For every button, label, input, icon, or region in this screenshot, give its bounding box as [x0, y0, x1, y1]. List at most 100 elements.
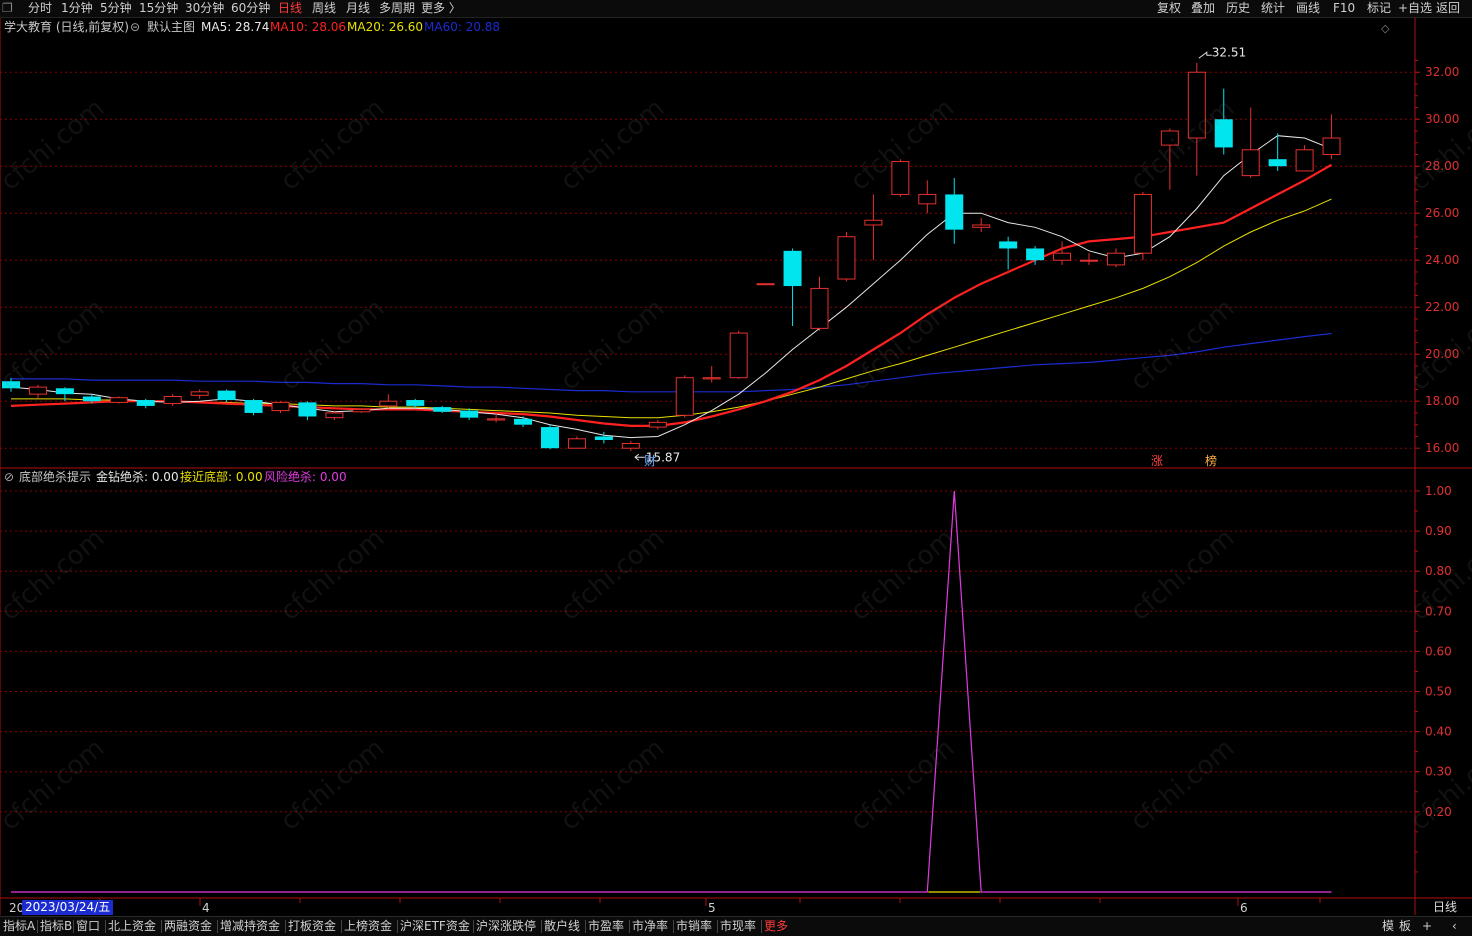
bottom-tab-14[interactable]: 市现率 — [720, 918, 756, 935]
period-6[interactable]: 日线 — [278, 0, 302, 17]
candle — [217, 389, 236, 403]
candle — [1295, 145, 1314, 172]
bottom-tab-11[interactable]: 市盈率 — [588, 918, 624, 935]
candle-body — [945, 194, 964, 230]
toolbar-right-8[interactable]: 返回 — [1436, 0, 1460, 17]
tab-separator — [285, 920, 286, 933]
candle-body — [972, 224, 991, 228]
template-name[interactable]: 默认主图 — [147, 18, 195, 36]
bottom-tab-4[interactable]: 两融资金 — [164, 918, 212, 935]
bottom-tab-3[interactable]: 北上资金 — [108, 918, 156, 935]
bottom-tab-10[interactable]: 散户线 — [544, 918, 580, 935]
candle-body — [999, 241, 1018, 249]
stock-title[interactable]: 学大教育 (日线,前复权) — [4, 18, 129, 36]
main-chart-header: 学大教育 (日线,前复权) ⊝ 默认主图 MA5: 28.74 MA10: 28.… — [0, 18, 1410, 36]
bottom-tab-2[interactable]: 窗口 — [76, 918, 100, 935]
period-5[interactable]: 60分钟 — [231, 0, 270, 17]
bottom-right-0[interactable]: 模 — [1382, 918, 1394, 935]
period-8[interactable]: 月线 — [346, 0, 370, 17]
price-tick-label: 32.00 — [1425, 65, 1459, 79]
period-7[interactable]: 周线 — [312, 0, 336, 17]
toolbar-right-3[interactable]: 统计 — [1261, 0, 1285, 17]
candle-body — [217, 390, 236, 401]
indicator-label-1: 接近底部: 0.00 — [180, 470, 263, 484]
bottom-tab-12[interactable]: 市净率 — [632, 918, 668, 935]
candle — [648, 420, 667, 430]
toolbar-right-0[interactable]: 复权 — [1157, 0, 1181, 17]
period-2[interactable]: 5分钟 — [100, 0, 132, 17]
tab-separator — [397, 920, 398, 933]
indicator-name[interactable]: 底部绝杀提示 — [19, 468, 91, 486]
candle-body — [1295, 149, 1314, 172]
bottom-right-2[interactable]: + — [1422, 918, 1432, 935]
period-0[interactable]: 分时 — [28, 0, 52, 17]
period-10[interactable]: 更多 〉 — [421, 0, 461, 17]
bottom-tab-9[interactable]: 沪深涨跌停 — [476, 918, 536, 935]
month-label: 5 — [708, 901, 716, 915]
toolbar-right-6[interactable]: 标记 — [1367, 0, 1391, 17]
candle-body — [379, 400, 398, 407]
candle — [972, 217, 991, 233]
period-1[interactable]: 1分钟 — [61, 0, 93, 17]
toolbar-right-2[interactable]: 历史 — [1226, 0, 1250, 17]
period-4[interactable]: 30分钟 — [185, 0, 224, 17]
tab-separator — [717, 920, 718, 933]
cursor-date: 2023/03/24/五 — [22, 900, 114, 915]
period-9[interactable]: 多周期 — [379, 0, 415, 17]
candle-body — [891, 161, 910, 195]
candle — [783, 248, 802, 327]
candle-body — [918, 193, 937, 205]
candle — [487, 412, 506, 423]
candle — [1187, 62, 1206, 176]
tab-separator — [105, 920, 106, 933]
toolbar-right-1[interactable]: 叠加 — [1191, 0, 1215, 17]
candle-body — [567, 438, 586, 449]
bottom-tab-0[interactable]: 指标A — [3, 918, 35, 935]
candle-body — [487, 418, 506, 421]
candle-body — [729, 332, 748, 379]
period-toolbar: ❐ 分时 1分钟 5分钟 15分钟 30分钟 60分钟 日线 周线 月线 多周期 更多 〉 复权 叠加 历史… — [0, 0, 1472, 18]
ma10-line — [10, 163, 1333, 427]
indicator-tick-label: 0.30 — [1425, 765, 1452, 779]
bottom-tab-5[interactable]: 增减持资金 — [220, 918, 280, 935]
bottom-right-3[interactable]: ‹ — [1452, 918, 1457, 935]
candle-body — [1160, 130, 1179, 146]
candle-body — [82, 396, 101, 402]
indicator-tick-label: 1.00 — [1425, 484, 1452, 498]
indicator-header: ⊘ 底部绝杀提示 金钻绝杀: 0.00 接近底部: 0.00 风险绝杀: 0.00 — [0, 468, 1410, 486]
bottom-tab-6[interactable]: 打板资金 — [288, 918, 336, 935]
candle — [567, 436, 586, 449]
month-label: 4 — [202, 901, 210, 915]
toolbar-right-4[interactable]: 画线 — [1296, 0, 1320, 17]
period-3[interactable]: 15分钟 — [139, 0, 178, 17]
tab-separator — [673, 920, 674, 933]
bottom-tab-13[interactable]: 市销率 — [676, 918, 712, 935]
bottom-right-1[interactable]: 板 — [1399, 918, 1411, 935]
candle — [891, 159, 910, 197]
bottom-tab-1[interactable]: 指标B — [40, 918, 72, 935]
bottom-tab-8[interactable]: 沪深ETF资金 — [400, 918, 470, 935]
candle-body — [163, 396, 182, 405]
price-tick-label: 26.00 — [1425, 206, 1459, 220]
toolbar-right-5[interactable]: F10 — [1333, 0, 1355, 17]
ma-lines — [10, 135, 1333, 439]
candle — [756, 283, 775, 286]
indicator-label-2: 风险绝杀: 0.00 — [264, 470, 347, 484]
toolbar-right-7[interactable]: +自选 — [1398, 0, 1432, 17]
bottom-tab-15[interactable]: 更多 — [764, 918, 788, 935]
candle-body — [298, 402, 317, 417]
indicator-tick-label: 0.90 — [1425, 524, 1452, 538]
candle-body — [1187, 71, 1206, 139]
candle — [163, 394, 182, 406]
window-menu-icon[interactable]: ❐ — [2, 0, 13, 17]
ma-label-1: MA10: 28.06 — [270, 20, 347, 34]
bottom-tab-7[interactable]: 上榜资金 — [344, 918, 392, 935]
indicator-tick-label: 0.60 — [1425, 644, 1452, 658]
close-indicator-icon[interactable]: ⊘ — [4, 468, 14, 486]
period-label[interactable]: 日线 — [1418, 900, 1472, 915]
tab-separator — [629, 920, 630, 933]
candle-body — [702, 377, 721, 380]
indicator-tick-label: 0.80 — [1425, 564, 1452, 578]
circle-chevron-icon[interactable]: ⊝ — [130, 18, 140, 36]
price-tick-label: 16.00 — [1425, 441, 1459, 455]
